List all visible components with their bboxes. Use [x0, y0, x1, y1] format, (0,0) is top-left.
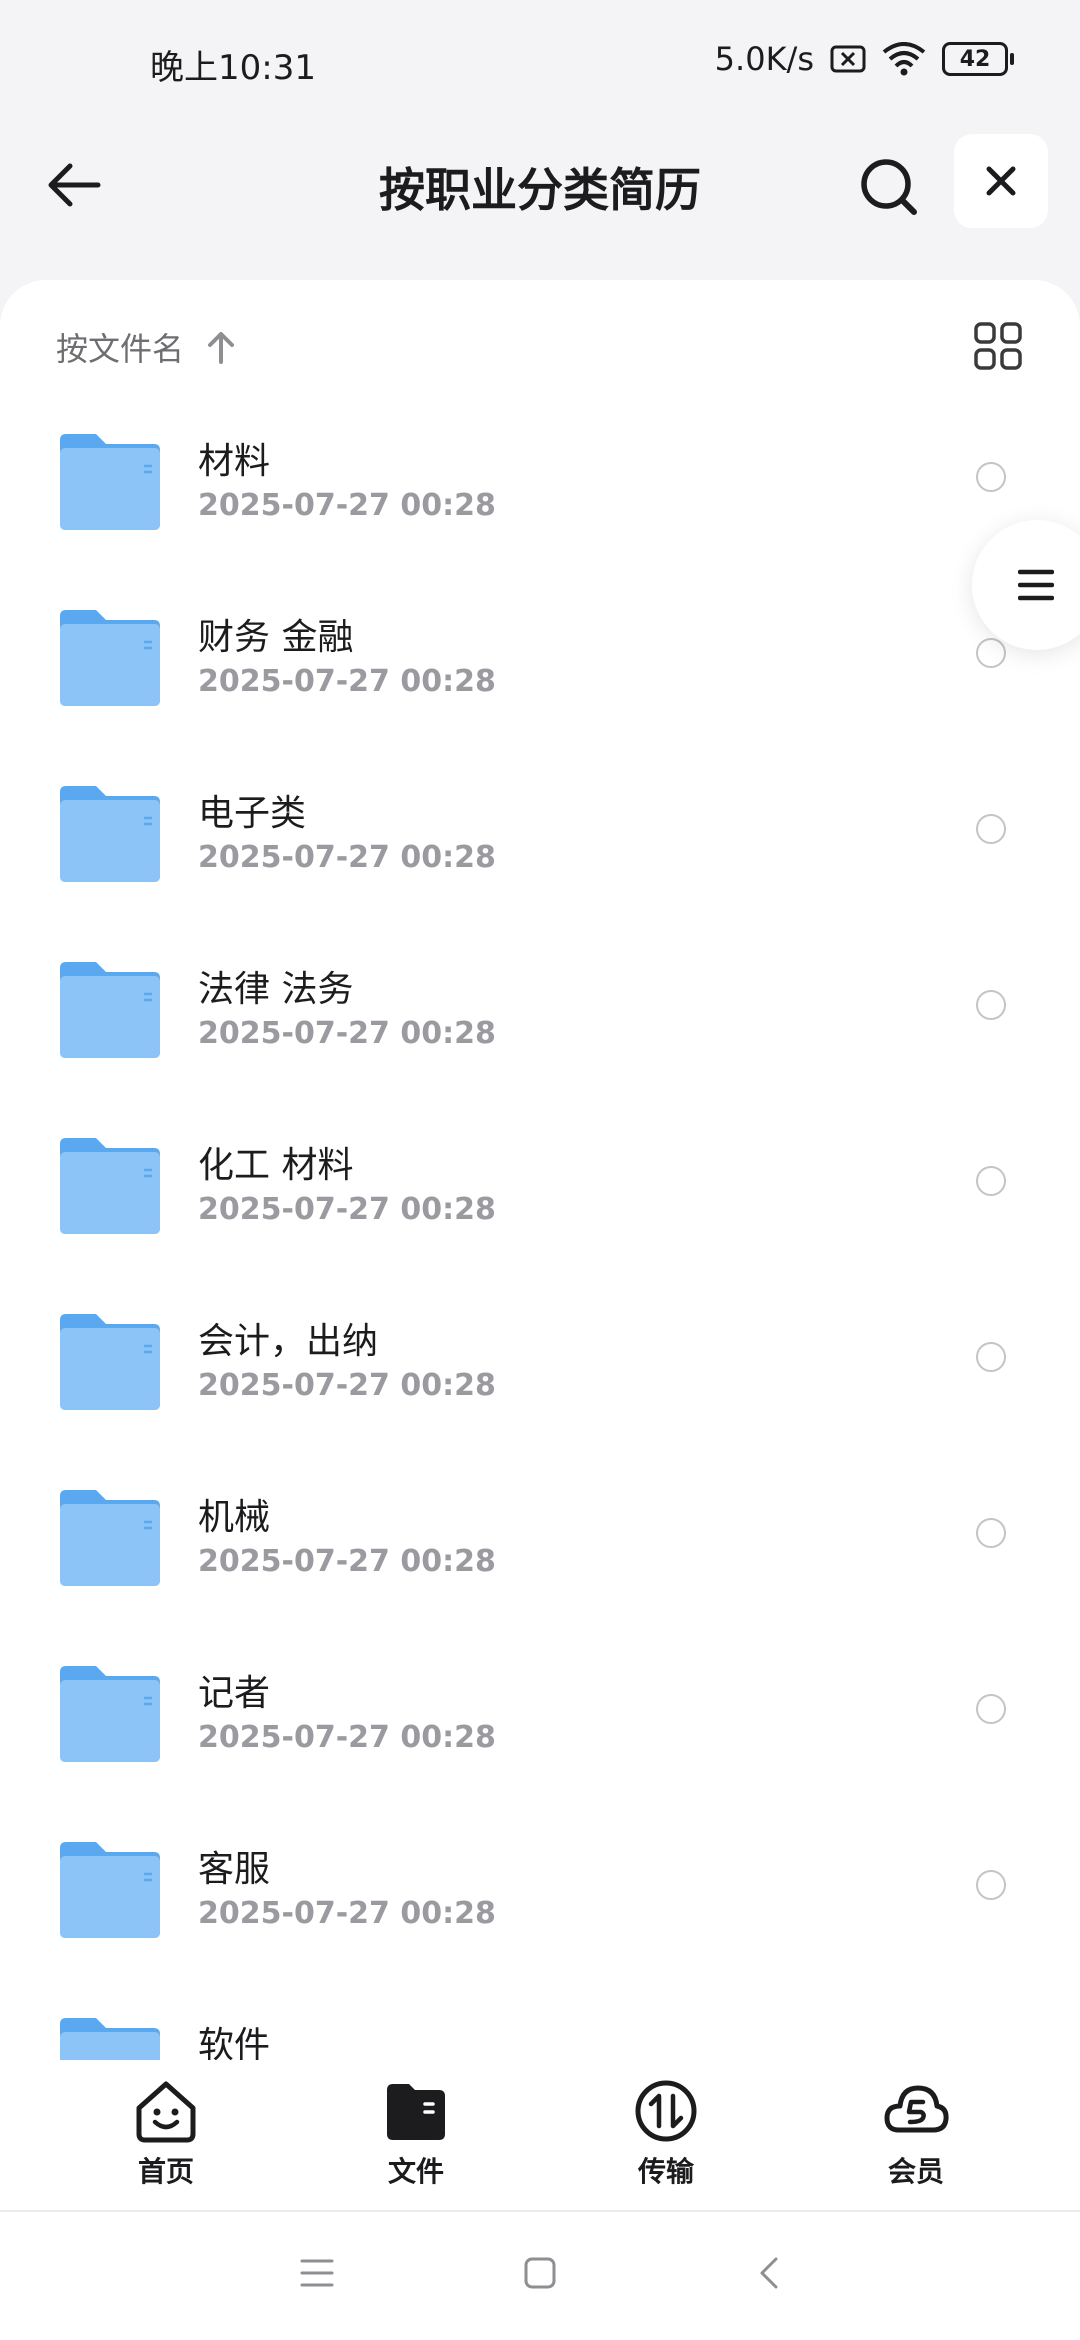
select-checkbox[interactable]: [976, 990, 1006, 1020]
file-name: 记者: [198, 1673, 271, 1714]
folder-icon: [60, 1842, 160, 1938]
folder-icon: [60, 434, 160, 530]
battery-indicator: 42: [942, 42, 1014, 76]
list-item[interactable]: 机械 2025-07-27 00:28: [0, 1466, 1080, 1642]
select-checkbox[interactable]: [976, 1342, 1006, 1372]
search-button[interactable]: [852, 150, 924, 222]
list-item[interactable]: 电子类 2025-07-27 00:28: [0, 762, 1080, 938]
list-item[interactable]: 财务 金融 2025-07-27 00:28: [0, 586, 1080, 762]
file-name: 会计，出纳: [198, 1321, 379, 1362]
file-name: 机械: [198, 1497, 271, 1538]
home-icon[interactable]: [523, 2256, 557, 2290]
folder-icon: [387, 2084, 445, 2140]
wifi-icon: [882, 42, 926, 76]
file-date: 2025-07-27 00:28: [198, 1720, 496, 1755]
list-item[interactable]: 化工 材料 2025-07-27 00:28: [0, 1114, 1080, 1290]
list-item[interactable]: 会计，出纳 2025-07-27 00:28: [0, 1290, 1080, 1466]
battery-level: 42: [959, 46, 991, 72]
file-name: 客服: [198, 1849, 271, 1890]
transfer-icon: [635, 2080, 697, 2142]
folder-icon: [60, 962, 160, 1058]
select-checkbox[interactable]: [976, 1694, 1006, 1724]
nav-transfer[interactable]: 传输: [586, 2078, 746, 2190]
close-icon: [986, 166, 1016, 196]
home-smile-icon: [136, 2081, 196, 2143]
folder-icon: [60, 1490, 160, 1586]
file-date: 2025-07-27 00:28: [198, 1896, 496, 1931]
back-icon[interactable]: [756, 2256, 782, 2290]
nav-label: 首页: [137, 2155, 194, 2188]
file-list: 材料 2025-07-27 00:28 财务 金融 2025-07-27 00:…: [0, 410, 1080, 2060]
grid-icon: [974, 322, 1022, 370]
status-right: 5.0K/s 42: [714, 40, 1014, 78]
nav-files[interactable]: 文件: [336, 2078, 496, 2190]
list-item[interactable]: 法律 法务 2025-07-27 00:28: [0, 938, 1080, 1114]
list-item[interactable]: 记者 2025-07-27 00:28: [0, 1642, 1080, 1818]
network-speed: 5.0K/s: [714, 40, 814, 78]
file-name: 电子类: [198, 793, 307, 834]
select-checkbox[interactable]: [976, 462, 1006, 492]
file-name: 材料: [198, 441, 271, 482]
file-name: 财务 金融: [198, 617, 354, 658]
file-list-sheet: 按文件名 材料 2025-07-27 00:28 财务 金融 2025-07-2…: [0, 280, 1080, 2060]
header: 按职业分类简历: [0, 130, 1080, 240]
select-checkbox[interactable]: [976, 1870, 1006, 1900]
file-date: 2025-07-27 00:28: [198, 1544, 496, 1579]
folder-icon: [60, 610, 160, 706]
file-name: 法律 法务: [198, 969, 354, 1010]
grid-view-button[interactable]: [972, 320, 1024, 372]
folder-icon: [60, 2018, 160, 2060]
status-time: 晚上10:31: [150, 48, 316, 88]
nav-home[interactable]: 首页: [86, 2078, 246, 2190]
file-name: 化工 材料: [198, 1145, 354, 1186]
folder-icon: [60, 786, 160, 882]
cloud-member-icon: [884, 2085, 949, 2133]
file-date: 2025-07-27 00:28: [198, 1192, 496, 1227]
nav-label: 传输: [637, 2155, 694, 2188]
list-item[interactable]: 软件: [0, 1994, 1080, 2060]
folder-icon: [60, 1138, 160, 1234]
recents-icon[interactable]: [300, 2256, 334, 2290]
bottom-nav: 首页 文件 传输 会员: [0, 2060, 1080, 2212]
list-item[interactable]: 客服 2025-07-27 00:28: [0, 1818, 1080, 1994]
nav-member[interactable]: 会员: [836, 2078, 996, 2190]
system-navigation-bar: [0, 2212, 1080, 2340]
sort-control[interactable]: 按文件名: [56, 324, 236, 370]
folder-icon: [60, 1666, 160, 1762]
file-date: 2025-07-27 00:28: [198, 664, 496, 699]
file-date: 2025-07-27 00:28: [198, 488, 496, 523]
nav-label: 文件: [387, 2155, 444, 2188]
sort-label: 按文件名: [56, 330, 185, 368]
sim-off-icon: [830, 45, 866, 73]
list-item[interactable]: 材料 2025-07-27 00:28: [0, 410, 1080, 586]
close-button[interactable]: [954, 134, 1048, 228]
file-name: 软件: [198, 2025, 271, 2060]
folder-icon: [60, 1314, 160, 1410]
file-date: 2025-07-27 00:28: [198, 1368, 496, 1403]
arrow-up-icon: [208, 332, 235, 364]
select-checkbox[interactable]: [976, 1166, 1006, 1196]
search-icon: [861, 159, 917, 215]
select-checkbox[interactable]: [976, 814, 1006, 844]
nav-label: 会员: [887, 2155, 944, 2188]
file-date: 2025-07-27 00:28: [198, 840, 496, 875]
select-checkbox[interactable]: [976, 1518, 1006, 1548]
status-bar: 晚上10:31 5.0K/s 42: [0, 0, 1080, 130]
menu-icon: [1018, 569, 1054, 601]
select-checkbox[interactable]: [976, 638, 1006, 668]
file-date: 2025-07-27 00:28: [198, 1016, 496, 1051]
